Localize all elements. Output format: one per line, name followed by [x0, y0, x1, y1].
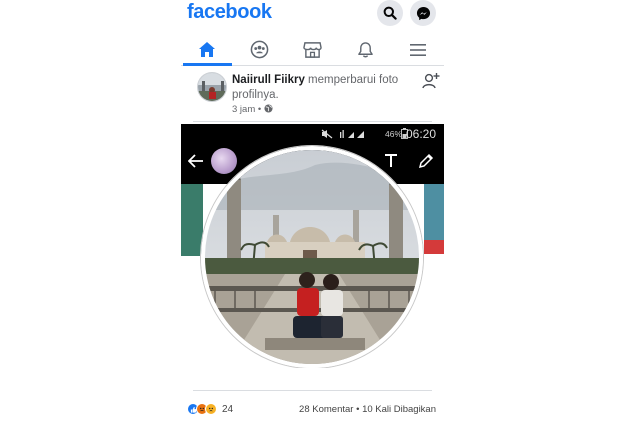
status-time: 06:20 — [405, 127, 436, 141]
add-friend-button[interactable] — [422, 72, 440, 95]
post-stats: 28 Komentar • 10 Kali Dibagikan — [299, 404, 436, 415]
bell-icon — [357, 41, 373, 57]
tab-home[interactable] — [181, 34, 234, 66]
signal-icon — [340, 130, 364, 138]
post-title: Naiirull Fiikry memperbarui foto profiln… — [232, 73, 402, 103]
author-name[interactable]: Naiirull Fiikry — [232, 74, 305, 86]
tab-marketplace[interactable] — [286, 34, 339, 65]
footer-divider — [193, 390, 432, 391]
background-right-strip — [424, 184, 444, 254]
pencil-icon — [418, 153, 434, 169]
phone-status-bar: 46% 06:20 — [181, 124, 444, 144]
groups-icon — [251, 40, 269, 59]
background-left-strip — [181, 184, 203, 256]
reaction-count: 24 — [222, 403, 234, 415]
post-meta: 3 jam • — [232, 104, 273, 115]
author-avatar[interactable] — [197, 72, 227, 102]
mosque-photo — [205, 150, 419, 364]
profile-photo-post[interactable]: 46% 06:20 — [181, 124, 444, 368]
tab-groups[interactable] — [234, 34, 287, 65]
facebook-mobile-app: facebook Naiirull Fiikry memperbarui fot… — [181, 0, 444, 422]
sad-icon — [205, 403, 217, 415]
post-time[interactable]: 3 jam — [232, 104, 255, 115]
tab-menu[interactable] — [391, 34, 444, 65]
mute-icon — [321, 129, 333, 139]
top-bar: facebook — [181, 0, 444, 30]
messenger-button[interactable] — [410, 0, 436, 26]
share-count[interactable]: 10 Kali Dibagikan — [362, 404, 436, 415]
marketplace-icon — [303, 41, 322, 58]
search-icon — [383, 6, 397, 20]
post-header: Naiirull Fiikry memperbarui foto profiln… — [193, 68, 444, 120]
avatar-image — [198, 73, 226, 101]
battery-percent: 46% — [384, 129, 402, 139]
home-icon — [199, 42, 216, 57]
meta-separator: • — [257, 104, 262, 115]
add-friend-icon — [422, 73, 440, 89]
back-arrow-icon — [188, 154, 203, 168]
search-button[interactable] — [377, 0, 403, 26]
tab-notifications[interactable] — [339, 34, 392, 65]
facebook-logo[interactable]: facebook — [187, 1, 272, 24]
menu-icon — [409, 43, 426, 56]
comment-count[interactable]: 28 Komentar — [299, 404, 353, 415]
header-divider — [193, 121, 432, 122]
stats-separator: • — [356, 404, 360, 415]
main-nav — [181, 34, 444, 66]
profile-photo-circle — [201, 146, 423, 368]
messenger-icon — [416, 6, 430, 20]
thumbnail-avatar — [211, 148, 237, 174]
text-tool-icon — [385, 154, 397, 167]
post-footer: 24 28 Komentar • 10 Kali Dibagikan — [187, 402, 438, 418]
reactions-summary[interactable]: 24 — [187, 402, 233, 416]
globe-icon — [264, 104, 273, 113]
